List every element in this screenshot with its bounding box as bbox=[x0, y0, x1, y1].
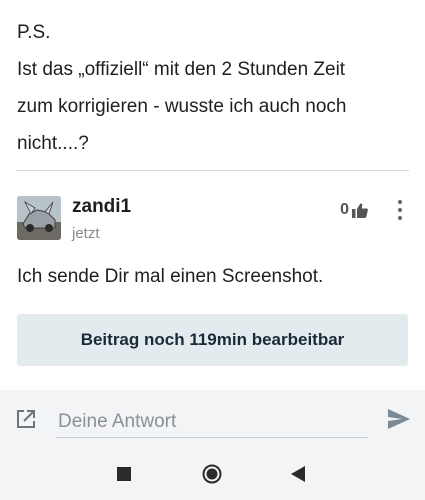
more-options-button[interactable] bbox=[390, 198, 410, 222]
previous-post-line: Ist das „offiziell“ mit den 2 Stunden Ze… bbox=[17, 59, 346, 80]
edit-post-button[interactable]: Beitrag noch 119min bearbeitbar bbox=[17, 314, 408, 366]
post-divider bbox=[16, 170, 409, 171]
like-button[interactable]: 0 bbox=[340, 201, 368, 219]
like-count: 0 bbox=[340, 201, 349, 218]
square-icon bbox=[117, 467, 131, 481]
send-icon[interactable] bbox=[387, 408, 411, 430]
more-dot bbox=[398, 208, 402, 212]
avatar[interactable] bbox=[17, 196, 61, 240]
recent-apps-button[interactable] bbox=[114, 464, 134, 484]
back-button[interactable] bbox=[288, 464, 308, 484]
previous-post-line: P.S. bbox=[17, 22, 51, 43]
avatar-image bbox=[17, 196, 61, 240]
post-body: Ich sende Dir mal einen Screenshot. bbox=[17, 266, 324, 287]
circle-icon bbox=[202, 464, 222, 484]
system-navigation-bar bbox=[0, 448, 425, 500]
reply-input[interactable] bbox=[56, 406, 368, 438]
reply-bar bbox=[0, 390, 425, 448]
external-link-icon[interactable] bbox=[15, 408, 37, 430]
more-dot bbox=[398, 200, 402, 204]
previous-post-line: nicht....? bbox=[17, 133, 89, 154]
post-timestamp: jetzt bbox=[72, 225, 100, 242]
previous-post-text: P.S. Ist das „offiziell“ mit den 2 Stund… bbox=[17, 14, 412, 162]
more-dot bbox=[398, 216, 402, 220]
back-triangle-icon bbox=[291, 466, 305, 482]
author-name[interactable]: zandi1 bbox=[72, 196, 131, 218]
previous-post-line: zum korrigieren - wusste ich auch noch bbox=[17, 96, 347, 117]
home-button[interactable] bbox=[202, 464, 222, 484]
thumbs-up-icon bbox=[352, 202, 368, 218]
